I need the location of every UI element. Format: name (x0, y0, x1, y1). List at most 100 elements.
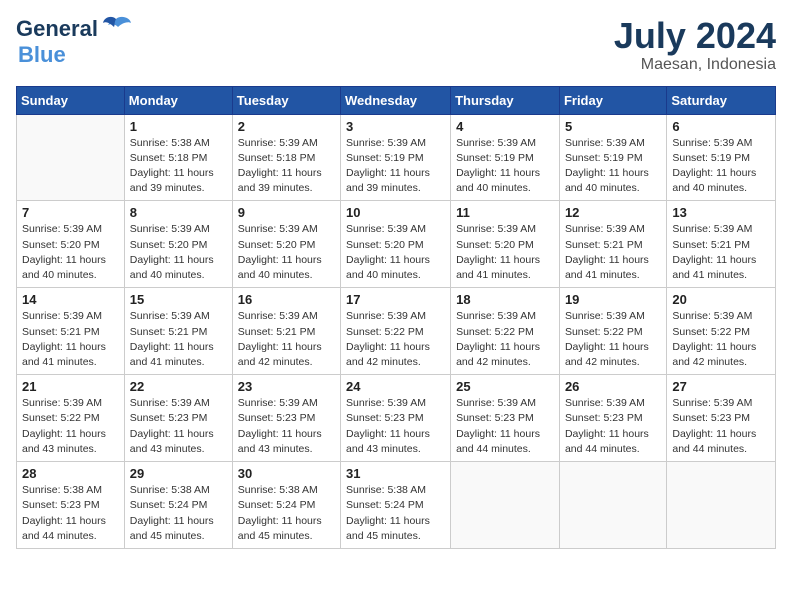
day-number: 2 (238, 119, 335, 134)
day-cell: 15Sunrise: 5:39 AM Sunset: 5:21 PM Dayli… (124, 288, 232, 375)
day-cell: 1Sunrise: 5:38 AM Sunset: 5:18 PM Daylig… (124, 114, 232, 201)
day-cell: 19 Sunrise: 5:39 AM Sunset: 5:22 PM Dayli… (559, 288, 666, 375)
day-number: 27 (672, 379, 770, 394)
day-info: Sunrise: 5:39 AM Sunset: 5:23 PM Dayligh… (456, 396, 554, 457)
day-cell: 14Sunrise: 5:39 AM Sunset: 5:21 PM Dayli… (17, 288, 125, 375)
day-info: Sunrise: 5:39 AM Sunset: 5:18 PM Dayligh… (238, 136, 335, 197)
day-info: Sunrise: 5:39 AM Sunset: 5:23 PM Dayligh… (238, 396, 335, 457)
day-info: Sunrise: 5:39 AM Sunset: 5:22 PM Dayligh… (22, 396, 119, 457)
day-info: Sunrise: 5:38 AM Sunset: 5:24 PM Dayligh… (346, 483, 445, 544)
week-row-5: 28Sunrise: 5:38 AM Sunset: 5:23 PM Dayli… (17, 462, 776, 549)
day-number: 7 (22, 205, 119, 220)
weekday-header-wednesday: Wednesday (341, 86, 451, 114)
day-number: 11 (456, 205, 554, 220)
day-cell: 27 Sunrise: 5:39 AM Sunset: 5:23 PM Dayli… (667, 375, 776, 462)
day-number: 14 (22, 292, 119, 307)
day-number: 13 (672, 205, 770, 220)
day-cell: 22 Sunrise: 5:39 AM Sunset: 5:23 PM Dayli… (124, 375, 232, 462)
day-cell: 2 Sunrise: 5:39 AM Sunset: 5:18 PM Daylig… (232, 114, 340, 201)
day-cell: 17 Sunrise: 5:39 AM Sunset: 5:22 PM Dayli… (341, 288, 451, 375)
day-number: 8 (130, 205, 227, 220)
day-cell (667, 462, 776, 549)
day-cell: 10 Sunrise: 5:39 AM Sunset: 5:20 PM Dayli… (341, 201, 451, 288)
day-cell: 20 Sunrise: 5:39 AM Sunset: 5:22 PM Dayli… (667, 288, 776, 375)
day-cell: 3 Sunrise: 5:39 AM Sunset: 5:19 PM Daylig… (341, 114, 451, 201)
day-number: 6 (672, 119, 770, 134)
day-cell (559, 462, 666, 549)
day-info: Sunrise: 5:39 AM Sunset: 5:22 PM Dayligh… (565, 309, 661, 370)
day-info: Sunrise: 5:39 AM Sunset: 5:23 PM Dayligh… (565, 396, 661, 457)
day-info: Sunrise: 5:38 AM Sunset: 5:24 PM Dayligh… (238, 483, 335, 544)
day-number: 22 (130, 379, 227, 394)
day-number: 10 (346, 205, 445, 220)
day-number: 12 (565, 205, 661, 220)
day-number: 26 (565, 379, 661, 394)
day-cell: 11 Sunrise: 5:39 AM Sunset: 5:20 PM Dayli… (451, 201, 560, 288)
day-cell: 5Sunrise: 5:39 AM Sunset: 5:19 PM Daylig… (559, 114, 666, 201)
logo-blue-text: Blue (18, 42, 66, 68)
day-number: 29 (130, 466, 227, 481)
day-info: Sunrise: 5:39 AM Sunset: 5:19 PM Dayligh… (346, 136, 445, 197)
day-info: Sunrise: 5:38 AM Sunset: 5:18 PM Dayligh… (130, 136, 227, 197)
day-cell: 7 Sunrise: 5:39 AM Sunset: 5:20 PM Daylig… (17, 201, 125, 288)
month-title: July 2024 (614, 16, 776, 56)
day-cell (451, 462, 560, 549)
day-info: Sunrise: 5:39 AM Sunset: 5:21 PM Dayligh… (130, 309, 227, 370)
day-number: 16 (238, 292, 335, 307)
day-info: Sunrise: 5:39 AM Sunset: 5:23 PM Dayligh… (130, 396, 227, 457)
day-cell: 23 Sunrise: 5:39 AM Sunset: 5:23 PM Dayli… (232, 375, 340, 462)
day-info: Sunrise: 5:39 AM Sunset: 5:19 PM Dayligh… (565, 136, 661, 197)
day-cell: 13 Sunrise: 5:39 AM Sunset: 5:21 PM Dayli… (667, 201, 776, 288)
week-row-1: 1Sunrise: 5:38 AM Sunset: 5:18 PM Daylig… (17, 114, 776, 201)
day-cell: 26 Sunrise: 5:39 AM Sunset: 5:23 PM Dayli… (559, 375, 666, 462)
logo: General Blue (16, 16, 132, 68)
weekday-header-friday: Friday (559, 86, 666, 114)
day-info: Sunrise: 5:39 AM Sunset: 5:23 PM Dayligh… (346, 396, 445, 457)
day-cell: 30 Sunrise: 5:38 AM Sunset: 5:24 PM Dayli… (232, 462, 340, 549)
day-cell: 31 Sunrise: 5:38 AM Sunset: 5:24 PM Dayli… (341, 462, 451, 549)
day-info: Sunrise: 5:39 AM Sunset: 5:19 PM Dayligh… (672, 136, 770, 197)
day-info: Sunrise: 5:39 AM Sunset: 5:20 PM Dayligh… (130, 222, 227, 283)
day-number: 4 (456, 119, 554, 134)
day-cell: 18Sunrise: 5:39 AM Sunset: 5:22 PM Dayli… (451, 288, 560, 375)
week-row-3: 14 Sunrise: 5:39 AM Sunset: 5:21 PM Dayli… (17, 288, 776, 375)
day-cell: 6 Sunrise: 5:39 AM Sunset: 5:19 PM Daylig… (667, 114, 776, 201)
day-info: Sunrise: 5:39 AM Sunset: 5:20 PM Dayligh… (346, 222, 445, 283)
day-cell: 29 Sunrise: 5:38 AM Sunset: 5:24 PM Dayli… (124, 462, 232, 549)
day-info: Sunrise: 5:39 AM Sunset: 5:22 PM Dayligh… (346, 309, 445, 370)
day-number: 28 (22, 466, 119, 481)
day-cell: 4Sunrise: 5:39 AM Sunset: 5:19 PM Daylig… (451, 114, 560, 201)
day-cell: 8 Sunrise: 5:39 AM Sunset: 5:20 PM Daylig… (124, 201, 232, 288)
day-cell: 21Sunrise: 5:39 AM Sunset: 5:22 PM Dayli… (17, 375, 125, 462)
day-cell (17, 114, 125, 201)
day-info: Sunrise: 5:39 AM Sunset: 5:21 PM Dayligh… (565, 222, 661, 283)
day-number: 18 (456, 292, 554, 307)
day-cell: 9 Sunrise: 5:39 AM Sunset: 5:20 PM Daylig… (232, 201, 340, 288)
day-number: 20 (672, 292, 770, 307)
day-number: 30 (238, 466, 335, 481)
day-number: 31 (346, 466, 445, 481)
day-number: 17 (346, 292, 445, 307)
day-info: Sunrise: 5:39 AM Sunset: 5:20 PM Dayligh… (456, 222, 554, 283)
weekday-header-saturday: Saturday (667, 86, 776, 114)
day-number: 19 (565, 292, 661, 307)
calendar-table: SundayMondayTuesdayWednesdayThursdayFrid… (16, 86, 776, 549)
logo-bird-icon (100, 15, 132, 37)
day-number: 9 (238, 205, 335, 220)
day-info: Sunrise: 5:39 AM Sunset: 5:20 PM Dayligh… (22, 222, 119, 283)
day-cell: 28Sunrise: 5:38 AM Sunset: 5:23 PM Dayli… (17, 462, 125, 549)
day-info: Sunrise: 5:38 AM Sunset: 5:24 PM Dayligh… (130, 483, 227, 544)
page-header: General Blue July 2024 Maesan, Indonesia (16, 16, 776, 74)
day-info: Sunrise: 5:39 AM Sunset: 5:22 PM Dayligh… (672, 309, 770, 370)
week-row-4: 21Sunrise: 5:39 AM Sunset: 5:22 PM Dayli… (17, 375, 776, 462)
day-cell: 12 Sunrise: 5:39 AM Sunset: 5:21 PM Dayli… (559, 201, 666, 288)
day-number: 3 (346, 119, 445, 134)
week-row-2: 7 Sunrise: 5:39 AM Sunset: 5:20 PM Daylig… (17, 201, 776, 288)
day-number: 23 (238, 379, 335, 394)
day-cell: 16Sunrise: 5:39 AM Sunset: 5:21 PM Dayli… (232, 288, 340, 375)
title-section: July 2024 Maesan, Indonesia (614, 16, 776, 74)
day-info: Sunrise: 5:39 AM Sunset: 5:20 PM Dayligh… (238, 222, 335, 283)
day-info: Sunrise: 5:39 AM Sunset: 5:21 PM Dayligh… (672, 222, 770, 283)
day-info: Sunrise: 5:39 AM Sunset: 5:23 PM Dayligh… (672, 396, 770, 457)
weekday-header-tuesday: Tuesday (232, 86, 340, 114)
